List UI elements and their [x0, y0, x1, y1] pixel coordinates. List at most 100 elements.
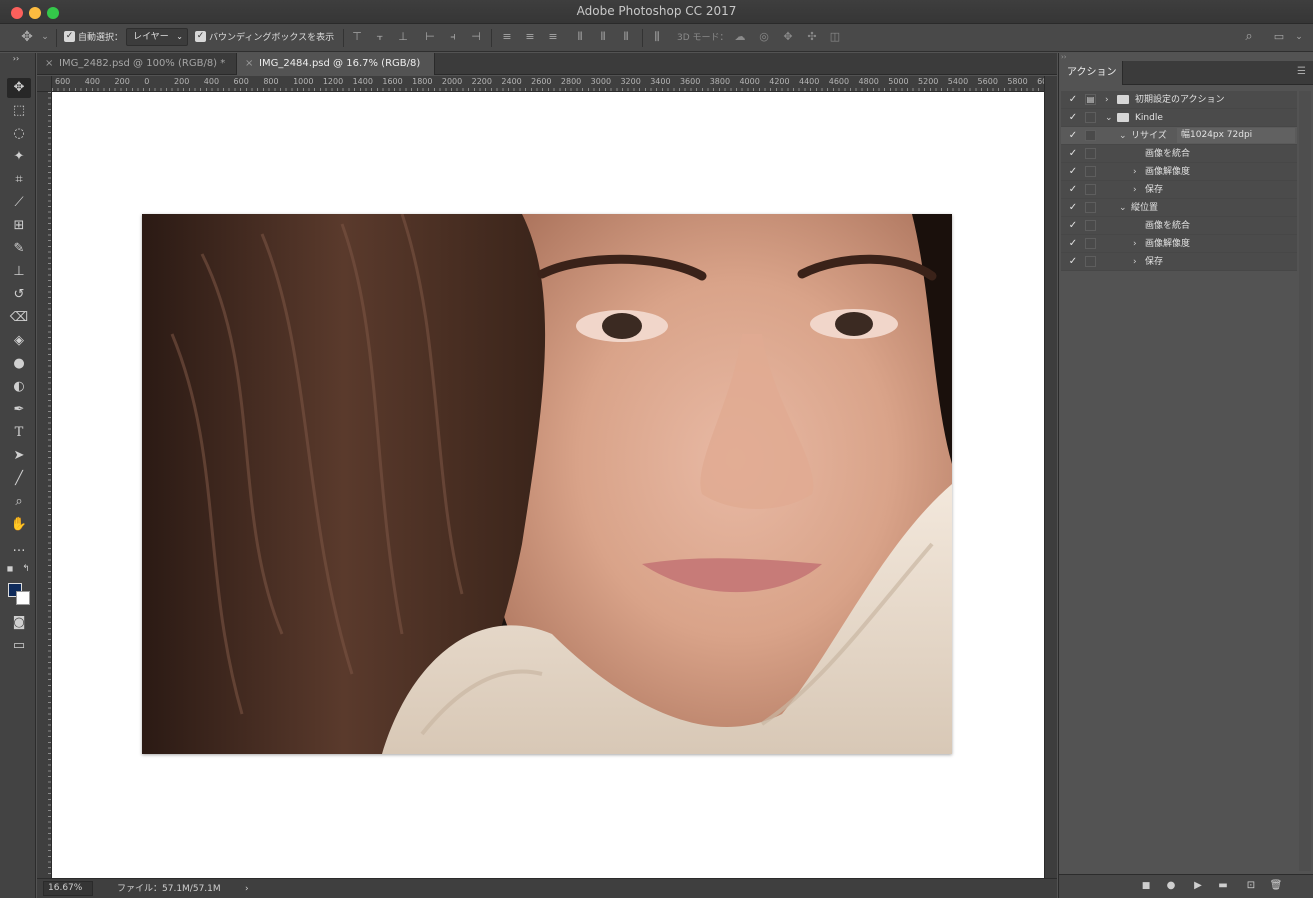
- distribute-vertical-center-icon[interactable]: ≡: [523, 30, 537, 44]
- toggle-dialog-box[interactable]: [1085, 184, 1096, 195]
- record-icon[interactable]: ●: [1164, 879, 1178, 893]
- align-vertical-center-icon[interactable]: ⫟: [373, 30, 387, 44]
- toggle-dialog-box[interactable]: [1085, 238, 1096, 249]
- action-row[interactable]: ✓ ⌄ リサイズ 幅1024px 72dpi: [1061, 127, 1297, 145]
- new-set-folder-icon[interactable]: ▬: [1216, 879, 1230, 893]
- edit-toolbar-icon[interactable]: …: [7, 538, 31, 558]
- action-row[interactable]: ✓ › 画像解像度: [1061, 163, 1297, 181]
- play-icon[interactable]: ▶: [1191, 879, 1205, 893]
- path-selection-tool-icon[interactable]: ➤: [7, 446, 31, 466]
- eraser-tool-icon[interactable]: ⌫: [7, 308, 31, 328]
- clone-stamp-tool-icon[interactable]: ⊥: [7, 262, 31, 282]
- screen-mode-icon[interactable]: ▭: [7, 636, 31, 656]
- action-row[interactable]: ✓ › 画像解像度: [1061, 235, 1297, 253]
- toggle-item-checkbox[interactable]: ✓: [1067, 165, 1079, 179]
- toggle-dialog-box[interactable]: [1085, 220, 1096, 231]
- toggle-dialog-box[interactable]: [1085, 202, 1096, 213]
- chevron-down-icon[interactable]: ⌄: [1119, 129, 1127, 143]
- distribute-horizontal-center-icon[interactable]: ⦀: [596, 30, 610, 44]
- quick-mask-icon[interactable]: ◙: [7, 613, 31, 633]
- panel-menu-icon[interactable]: ☰: [1297, 66, 1306, 77]
- 3d-slide-icon[interactable]: ✣: [805, 30, 819, 44]
- move-tool-icon[interactable]: ✥: [20, 30, 34, 44]
- align-left-icon[interactable]: ⊢: [423, 30, 437, 44]
- action-row[interactable]: ✓ 画像を統合: [1061, 217, 1297, 235]
- chevron-right-icon[interactable]: ›: [1133, 255, 1137, 269]
- eyedropper-tool-icon[interactable]: ⟋: [7, 193, 31, 213]
- 3d-scale-icon[interactable]: ◫: [828, 30, 842, 44]
- toggle-dialog-box[interactable]: [1085, 148, 1096, 159]
- 3d-roll-icon[interactable]: ◎: [757, 30, 771, 44]
- toggle-item-checkbox[interactable]: ✓: [1067, 255, 1079, 269]
- hand-tool-icon[interactable]: ✋: [7, 515, 31, 535]
- auto-select-dropdown[interactable]: レイヤー ⌄: [126, 28, 188, 46]
- ruler-origin[interactable]: [37, 76, 52, 92]
- 3d-pan-icon[interactable]: ✥: [781, 30, 795, 44]
- chevron-right-icon[interactable]: ›: [1133, 165, 1137, 179]
- toggle-item-checkbox[interactable]: ✓: [1067, 183, 1079, 197]
- paint-bucket-tool-icon[interactable]: ◈: [7, 331, 31, 351]
- lasso-tool-icon[interactable]: ◌: [7, 124, 31, 144]
- trash-icon[interactable]: 🗑: [1269, 879, 1283, 893]
- chevron-right-icon[interactable]: ›: [1133, 237, 1137, 251]
- action-row[interactable]: ✓ ⌄ Kindle: [1061, 109, 1297, 127]
- auto-select-checkbox[interactable]: ✓: [64, 31, 75, 42]
- chevron-down-icon[interactable]: ⌄: [1119, 201, 1127, 215]
- move-tool-icon[interactable]: ✥: [7, 78, 31, 98]
- 3d-orbit-icon[interactable]: ☁: [733, 30, 747, 44]
- zoom-level-field[interactable]: 16.67%: [43, 881, 93, 896]
- zoom-tool-icon[interactable]: ⌕: [7, 492, 31, 512]
- toggle-dialog-box[interactable]: [1085, 112, 1096, 123]
- action-row[interactable]: ✓ › 保存: [1061, 253, 1297, 271]
- auto-align-layers-icon[interactable]: ⫼: [650, 30, 664, 44]
- action-row[interactable]: ✓ ⌄ 縦位置: [1061, 199, 1297, 217]
- toggle-item-checkbox[interactable]: ✓: [1067, 219, 1079, 233]
- tool-preset-dropdown-icon[interactable]: ⌄: [38, 30, 52, 44]
- toggle-dialog-box[interactable]: [1085, 256, 1096, 267]
- align-top-icon[interactable]: ⊤: [350, 30, 364, 44]
- blur-tool-icon[interactable]: ●: [7, 354, 31, 374]
- toggle-dialog-box[interactable]: [1085, 130, 1096, 141]
- horizontal-ruler[interactable]: 600 400 200 0 200 400 600 800 1000 1200 1400 1600 18…: [52, 76, 1044, 92]
- align-bottom-icon[interactable]: ⊥: [396, 30, 410, 44]
- workspace-chevron-down-icon[interactable]: ⌄: [1292, 30, 1306, 44]
- chevron-down-icon[interactable]: ⌄: [1105, 111, 1113, 125]
- toggle-item-checkbox[interactable]: ✓: [1067, 129, 1079, 143]
- line-tool-icon[interactable]: ╱: [7, 469, 31, 489]
- healing-brush-tool-icon[interactable]: ⊞: [7, 216, 31, 236]
- panel-scrollbar[interactable]: [1299, 91, 1311, 871]
- stop-icon[interactable]: ■: [1139, 879, 1153, 893]
- action-row[interactable]: ✓ 画像を統合: [1061, 145, 1297, 163]
- vertical-scrollbar[interactable]: [1044, 76, 1057, 878]
- close-tab-icon[interactable]: ×: [45, 53, 53, 75]
- magic-wand-tool-icon[interactable]: ✦: [7, 147, 31, 167]
- tab-img-2482[interactable]: × IMG_2482.psd @ 100% (RGB/8) *: [37, 53, 237, 75]
- align-horizontal-center-icon[interactable]: ⫞: [446, 30, 460, 44]
- toggle-item-checkbox[interactable]: ✓: [1067, 147, 1079, 161]
- marquee-tool-icon[interactable]: ⬚: [7, 101, 31, 121]
- toggle-item-checkbox[interactable]: ✓: [1067, 201, 1079, 215]
- new-action-icon[interactable]: ⊡: [1244, 879, 1258, 893]
- action-row[interactable]: ✓ ▤ › 初期設定のアクション: [1061, 91, 1297, 109]
- toggle-dialog-box[interactable]: [1085, 166, 1096, 177]
- toggle-item-checkbox[interactable]: ✓: [1067, 93, 1079, 107]
- toggle-item-checkbox[interactable]: ✓: [1067, 237, 1079, 251]
- vertical-ruler[interactable]: [37, 92, 52, 878]
- align-right-icon[interactable]: ⊣: [469, 30, 483, 44]
- toggle-item-checkbox[interactable]: ✓: [1067, 111, 1079, 125]
- collapse-toolbar-icon[interactable]: ››: [4, 55, 28, 63]
- history-brush-tool-icon[interactable]: ↺: [7, 285, 31, 305]
- distribute-bottom-icon[interactable]: ≡: [546, 30, 560, 44]
- crop-tool-icon[interactable]: ⌗: [7, 170, 31, 190]
- distribute-top-icon[interactable]: ≡: [500, 30, 514, 44]
- background-color-swatch[interactable]: [16, 591, 30, 605]
- type-tool-icon[interactable]: T: [7, 423, 31, 443]
- close-tab-icon[interactable]: ×: [245, 53, 253, 75]
- toggle-dialog-box[interactable]: ▤: [1085, 94, 1096, 105]
- status-menu-chevron-icon[interactable]: ›: [245, 880, 249, 898]
- tab-actions[interactable]: アクション: [1059, 61, 1123, 85]
- default-colors-icon[interactable]: ◼: [4, 563, 16, 575]
- search-icon[interactable]: ⌕: [1242, 30, 1256, 44]
- document-canvas[interactable]: [52, 92, 1044, 878]
- action-row[interactable]: ✓ › 保存: [1061, 181, 1297, 199]
